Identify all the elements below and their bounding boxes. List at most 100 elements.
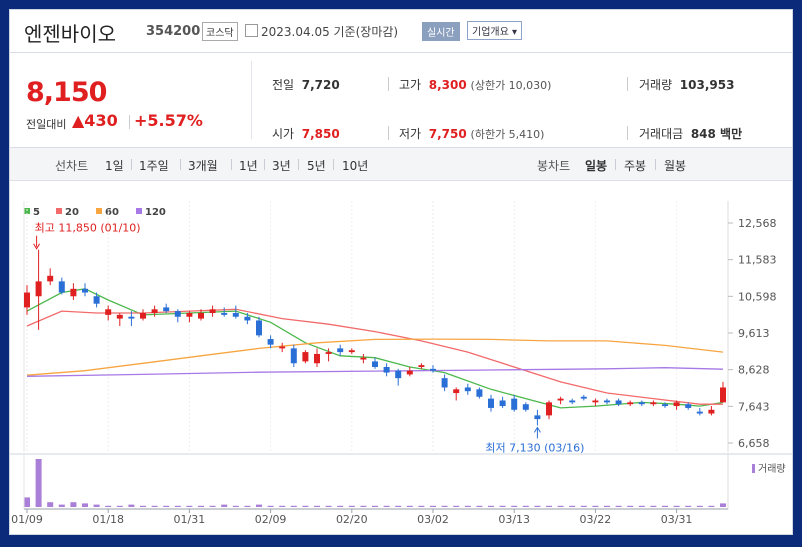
candle-body xyxy=(557,398,564,401)
candle-body xyxy=(511,398,518,410)
axes: 01/09 01/18 01/31 02/09 02/20 03/02 03/13 03/22… xyxy=(11,508,728,526)
volume-bar xyxy=(406,505,413,507)
candle-body xyxy=(267,339,274,345)
volume-label: 거래량 xyxy=(758,463,786,475)
volume-bar xyxy=(627,505,634,507)
period-5y[interactable]: 5년 xyxy=(307,157,326,174)
candle-monthly[interactable]: 월봉 xyxy=(664,157,686,174)
chart-grid: 12,568 11,583 10,598 9,613 8,628 7,643 6,658 xyxy=(10,201,792,455)
x-tick-label: 01/18 xyxy=(92,513,124,526)
x-tick-label: 02/20 xyxy=(336,513,368,526)
candle-body xyxy=(82,288,88,293)
candle-daily[interactable]: 일봉 xyxy=(585,157,607,174)
volume-bar xyxy=(418,505,425,507)
open-price: 시가 7,850 xyxy=(272,127,340,141)
volume-bars: 거래량 xyxy=(23,453,786,509)
volume-bar xyxy=(569,505,576,507)
volume-bar xyxy=(209,505,216,507)
candle-body xyxy=(685,404,692,408)
volume-bar xyxy=(395,505,402,507)
period-3y[interactable]: 3년 xyxy=(272,157,291,174)
candle-body xyxy=(662,404,668,407)
candle-body xyxy=(453,389,460,394)
period-1y[interactable]: 1년 xyxy=(239,157,258,174)
candle-body xyxy=(290,348,297,364)
candle-body xyxy=(116,314,123,319)
volume-bar xyxy=(430,505,436,507)
candle-body xyxy=(47,275,54,282)
candle-body xyxy=(163,307,170,312)
period-bar: 선차트 1일 1주일 3개월 1년 3년 5년 10년 봉차트 일봉 주봉 월봉 xyxy=(10,148,792,181)
volume-bar xyxy=(151,505,158,507)
volume-bar xyxy=(441,505,448,507)
x-tick-label: 03/31 xyxy=(661,513,693,526)
candle-body xyxy=(638,402,645,405)
candle-body xyxy=(348,350,355,353)
legend-label-20: 20 xyxy=(65,207,79,218)
volume-bar xyxy=(24,497,30,507)
candle-chart-label: 봉차트 xyxy=(537,159,571,173)
legend-label-60: 60 xyxy=(105,207,119,218)
legend-swatch-120 xyxy=(136,208,142,214)
legend-label-5: 5 xyxy=(33,207,40,218)
moving-averages xyxy=(26,288,724,409)
volume-bar xyxy=(35,459,42,507)
high-annotation: 최고 11,850 (01/10) xyxy=(35,222,141,235)
period-1d[interactable]: 1일 xyxy=(105,157,124,174)
candle-weekly[interactable]: 주봉 xyxy=(624,157,646,174)
volume-bar xyxy=(360,505,367,507)
trade-amount: 거래대금 848 백만 xyxy=(639,127,743,141)
volume-bar xyxy=(662,505,668,507)
candle-body xyxy=(627,402,634,405)
x-tick-label: 03/22 xyxy=(580,513,612,526)
period-10y[interactable]: 10년 xyxy=(342,157,368,174)
candle-body xyxy=(93,296,100,304)
candle-body xyxy=(708,409,715,414)
divider xyxy=(615,159,616,170)
y-tick-label: 9,613 xyxy=(738,327,770,340)
candle-body xyxy=(650,402,657,405)
volume-bar xyxy=(325,505,332,507)
line-chart-label: 선차트 xyxy=(55,159,89,173)
volume-bar xyxy=(673,505,680,507)
current-price: 8,150 xyxy=(26,77,107,108)
y-tick-label: 10,598 xyxy=(738,290,777,303)
realtime-button[interactable]: 실시간 xyxy=(422,22,460,41)
volume-bar xyxy=(116,505,123,507)
candle-body xyxy=(151,309,158,314)
volume-bar xyxy=(464,505,471,507)
candle-body xyxy=(720,387,726,403)
change-label: 전일대비 xyxy=(26,118,67,131)
divider xyxy=(131,159,132,170)
volume-bar xyxy=(522,505,529,507)
volume-bar xyxy=(638,505,645,507)
divider xyxy=(264,159,265,170)
volume-bar xyxy=(685,505,692,507)
divider xyxy=(655,159,656,170)
volume-bar xyxy=(279,505,286,507)
volume-bar xyxy=(511,505,518,507)
candle-body xyxy=(534,415,541,420)
candle-body xyxy=(406,370,413,375)
volume-bar xyxy=(140,505,146,507)
divider xyxy=(180,159,181,170)
volume: 거래량 103,953 xyxy=(639,78,735,92)
x-tick-label: 03/13 xyxy=(498,513,530,526)
period-1w[interactable]: 1주일 xyxy=(139,157,169,174)
company-info-dropdown[interactable]: 기업개요 ▾ xyxy=(467,21,522,40)
candle-body xyxy=(325,352,332,354)
candle-body xyxy=(383,366,390,373)
legend-swatch-60 xyxy=(96,208,102,214)
volume-bar xyxy=(290,505,297,507)
divider xyxy=(333,159,334,170)
candle-body xyxy=(105,309,112,315)
ma-line-120 xyxy=(26,367,724,377)
candle-body xyxy=(360,357,367,360)
candle-body xyxy=(256,320,262,336)
candle-body xyxy=(569,400,576,403)
candle-body xyxy=(232,313,239,317)
y-tick-label: 11,583 xyxy=(738,254,777,267)
divider xyxy=(388,77,389,91)
period-3m[interactable]: 3개월 xyxy=(188,157,218,174)
low-price: 저가 7,750 (하한가 5,410) xyxy=(399,127,545,141)
